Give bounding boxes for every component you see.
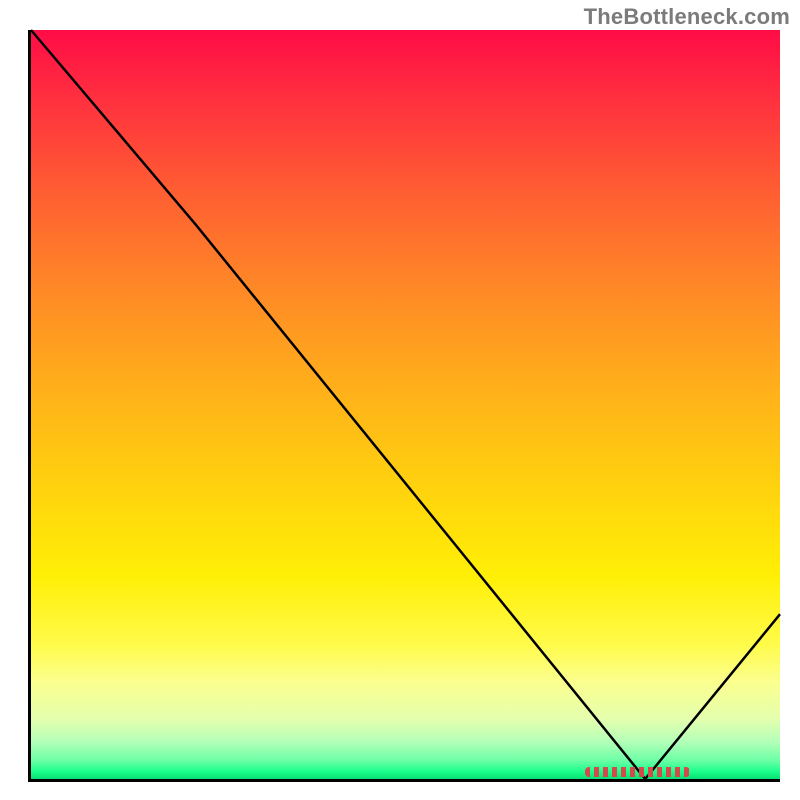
attribution-text: TheBottleneck.com bbox=[584, 4, 790, 30]
recommended-range-marker bbox=[585, 767, 690, 777]
plot-area bbox=[28, 30, 780, 782]
bottleneck-curve bbox=[31, 30, 780, 779]
curve-path bbox=[31, 30, 780, 779]
chart-container: TheBottleneck.com bbox=[0, 0, 800, 800]
